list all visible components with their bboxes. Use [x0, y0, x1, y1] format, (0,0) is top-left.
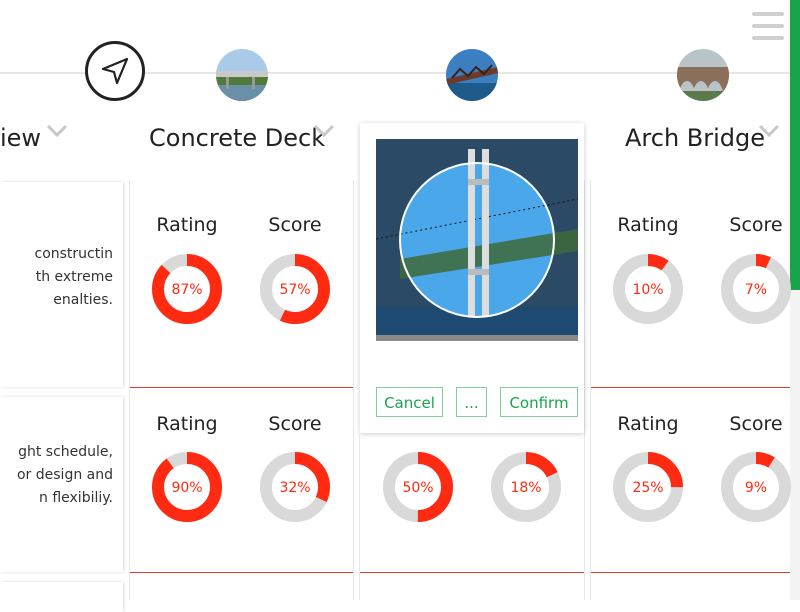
- gauge-value-label: 50%: [402, 480, 433, 496]
- score-gauge: 32%: [260, 452, 330, 522]
- rating-gauge: 50%: [383, 452, 453, 522]
- gauge-value-label: 18%: [510, 480, 541, 496]
- description-card: [0, 582, 123, 612]
- hamburger-menu-icon[interactable]: [752, 12, 784, 42]
- bridge-thumbnail-steel[interactable]: [446, 49, 498, 101]
- cancel-button[interactable]: Cancel: [376, 387, 443, 417]
- description-line: enalties.: [53, 292, 113, 308]
- gauge-value-label: 9%: [745, 480, 767, 496]
- rating-gauge: 10%: [613, 254, 683, 324]
- description-line: n flexibiliy.: [39, 490, 113, 506]
- gauge-value-label: 10%: [632, 282, 663, 298]
- column-title-arch-bridge: Arch Bridge: [625, 124, 766, 152]
- description-line: constructin: [34, 246, 114, 262]
- rating-gauge: 90%: [152, 452, 222, 522]
- score-label: Score: [729, 413, 783, 435]
- rating-gauge: 25%: [613, 452, 683, 522]
- description-line: or design and: [16, 467, 113, 483]
- description-line: th extreme: [35, 269, 113, 285]
- gauge-value-label: 57%: [279, 282, 310, 298]
- confirm-button[interactable]: Confirm: [500, 387, 578, 417]
- bridge-photo: [376, 139, 578, 341]
- score-label: Score: [729, 214, 783, 236]
- description-card: ght schedule, or design and n flexibiliy…: [0, 397, 123, 572]
- gauge-value-label: 25%: [632, 480, 663, 496]
- image-crop-popup: Cancel ... Confirm: [360, 123, 584, 433]
- gauge-value-label: 32%: [279, 480, 310, 496]
- score-label: Score: [268, 413, 322, 435]
- chevron-down-icon[interactable]: [313, 124, 335, 138]
- scrollbar-track[interactable]: [790, 290, 800, 600]
- scrollbar-thumb[interactable]: [790, 0, 800, 290]
- bridge-thumbnail-arch[interactable]: [677, 49, 729, 101]
- description-line: ght schedule,: [18, 444, 113, 460]
- navigation-arrow-icon: [101, 57, 129, 85]
- gauge-value-label: 87%: [171, 282, 202, 298]
- rating-label: Rating: [617, 413, 679, 435]
- description-card: constructin th extreme enalties.: [0, 182, 123, 387]
- score-gauge: 18%: [491, 452, 561, 522]
- gauge-value-label: 90%: [171, 480, 202, 496]
- rating-label: Rating: [156, 413, 218, 435]
- score-gauge: 9%: [721, 452, 791, 522]
- gauge-value-label: 7%: [745, 282, 767, 298]
- score-gauge: 7%: [721, 254, 791, 324]
- chevron-down-icon[interactable]: [758, 124, 780, 138]
- rating-gauge: 87%: [152, 254, 222, 324]
- more-button[interactable]: ...: [456, 387, 487, 417]
- column-title-partial: iew: [0, 124, 42, 152]
- score-label: Score: [268, 214, 322, 236]
- navigation-button[interactable]: [85, 41, 145, 101]
- rating-label: Rating: [156, 214, 218, 236]
- column-title-concrete-deck: Concrete Deck: [149, 124, 326, 152]
- bridge-thumbnail-concrete[interactable]: [216, 49, 268, 101]
- score-gauge: 57%: [260, 254, 330, 324]
- chevron-down-icon[interactable]: [46, 124, 68, 138]
- rating-label: Rating: [617, 214, 679, 236]
